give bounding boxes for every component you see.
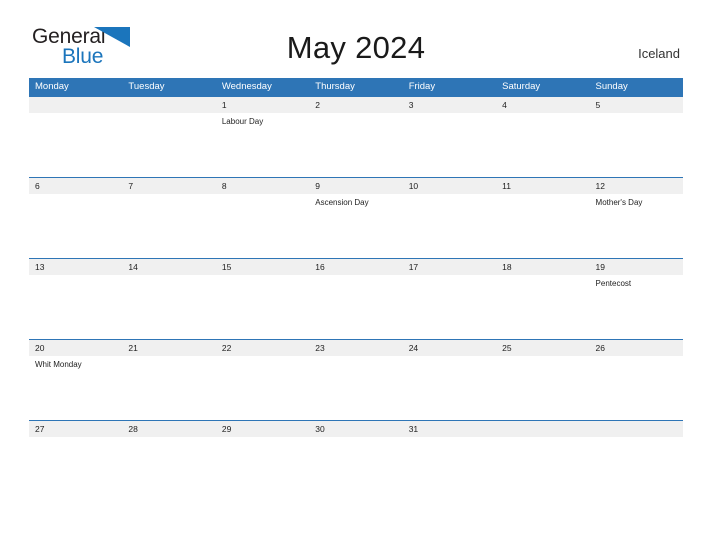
day-cell[interactable]: [29, 194, 122, 256]
weekday-tuesday: Tuesday: [128, 81, 165, 92]
day-number[interactable]: 2: [309, 97, 402, 113]
day-number[interactable]: 7: [122, 178, 215, 194]
day-number[interactable]: 19: [590, 259, 683, 275]
day-number[interactable]: 5: [590, 97, 683, 113]
week-row: 6 7 8 9 10 11 12 Ascension Day Mother's …: [29, 177, 683, 258]
day-number[interactable]: 31: [403, 421, 496, 437]
day-cell[interactable]: [403, 356, 496, 418]
day-number[interactable]: 20: [29, 340, 122, 356]
calendar-grid: Monday Tuesday Wednesday Thursday Friday…: [29, 78, 683, 438]
day-number[interactable]: [122, 97, 215, 113]
day-number[interactable]: 6: [29, 178, 122, 194]
day-number[interactable]: 28: [122, 421, 215, 437]
week-row: 27 28 29 30 31: [29, 420, 683, 438]
day-number[interactable]: 11: [496, 178, 589, 194]
day-cell[interactable]: [590, 113, 683, 175]
week-row: 1 2 3 4 5 Labour Day: [29, 96, 683, 177]
day-cell[interactable]: Pentecost: [590, 275, 683, 337]
day-cell[interactable]: [122, 194, 215, 256]
day-cell[interactable]: [403, 113, 496, 175]
day-number[interactable]: 22: [216, 340, 309, 356]
day-number[interactable]: 25: [496, 340, 589, 356]
week-row: 20 21 22 23 24 25 26 Whit Monday: [29, 339, 683, 420]
day-cell[interactable]: [309, 113, 402, 175]
day-number[interactable]: 10: [403, 178, 496, 194]
event-band: Labour Day: [29, 113, 683, 175]
day-number[interactable]: 24: [403, 340, 496, 356]
day-cell[interactable]: [216, 275, 309, 337]
day-cell[interactable]: [122, 113, 215, 175]
day-cell[interactable]: [496, 356, 589, 418]
weekday-monday: Monday: [35, 81, 69, 92]
date-number-band: 13 14 15 16 17 18 19: [29, 259, 683, 275]
day-number[interactable]: 4: [496, 97, 589, 113]
weekday-wednesday: Wednesday: [221, 81, 272, 92]
day-cell[interactable]: [590, 356, 683, 418]
day-cell[interactable]: [29, 275, 122, 337]
event-label: Whit Monday: [35, 360, 82, 369]
day-number[interactable]: 17: [403, 259, 496, 275]
day-number[interactable]: 3: [403, 97, 496, 113]
day-number[interactable]: 27: [29, 421, 122, 437]
day-number[interactable]: 16: [309, 259, 402, 275]
day-cell[interactable]: [496, 275, 589, 337]
day-number[interactable]: 18: [496, 259, 589, 275]
weekday-friday: Friday: [408, 81, 436, 92]
day-cell[interactable]: [403, 275, 496, 337]
week-row: 13 14 15 16 17 18 19 Pentecost: [29, 258, 683, 339]
weekday-sunday: Sunday: [595, 81, 628, 92]
event-label: Ascension Day: [315, 198, 369, 207]
day-number[interactable]: 21: [122, 340, 215, 356]
date-number-band: 20 21 22 23 24 25 26: [29, 340, 683, 356]
date-number-band: 27 28 29 30 31: [29, 421, 683, 437]
day-cell[interactable]: [122, 356, 215, 418]
day-cell[interactable]: [309, 275, 402, 337]
day-cell[interactable]: [309, 356, 402, 418]
event-label: Labour Day: [221, 117, 264, 126]
day-cell[interactable]: [496, 194, 589, 256]
event-band: Pentecost: [29, 275, 683, 337]
event-band: Whit Monday: [29, 356, 683, 418]
day-number[interactable]: [496, 421, 589, 437]
weekday-thursday: Thursday: [315, 81, 355, 92]
day-number[interactable]: 30: [309, 421, 402, 437]
country-label: Iceland: [638, 46, 680, 61]
day-number[interactable]: 15: [216, 259, 309, 275]
day-cell[interactable]: [216, 194, 309, 256]
day-number[interactable]: [590, 421, 683, 437]
day-number[interactable]: 29: [216, 421, 309, 437]
date-number-band: 1 2 3 4 5: [29, 97, 683, 113]
day-cell[interactable]: Mother's Day: [590, 194, 683, 256]
day-number[interactable]: 9: [309, 178, 402, 194]
page-title: May 2024: [286, 30, 426, 65]
day-cell[interactable]: [496, 113, 589, 175]
day-cell[interactable]: [403, 194, 496, 256]
weekday-saturday: Saturday: [502, 81, 541, 92]
day-cell[interactable]: [216, 356, 309, 418]
day-number[interactable]: 23: [309, 340, 402, 356]
day-cell[interactable]: Whit Monday: [29, 356, 122, 418]
day-number[interactable]: 13: [29, 259, 122, 275]
day-cell[interactable]: [122, 275, 215, 337]
day-number[interactable]: 14: [122, 259, 215, 275]
event-label: Mother's Day: [595, 198, 643, 207]
day-number[interactable]: 12: [590, 178, 683, 194]
event-band: Ascension Day Mother's Day: [29, 194, 683, 256]
day-cell[interactable]: Ascension Day: [309, 194, 402, 256]
page-header: General Blue May 2024 Iceland: [0, 0, 712, 78]
day-cell[interactable]: [29, 113, 122, 175]
day-cell[interactable]: Labour Day: [216, 113, 309, 175]
day-number[interactable]: [29, 97, 122, 113]
day-number[interactable]: 26: [590, 340, 683, 356]
event-label: Pentecost: [595, 279, 632, 288]
day-number[interactable]: 1: [216, 97, 309, 113]
weekday-header-row: Monday Tuesday Wednesday Thursday Friday…: [29, 78, 683, 96]
day-number[interactable]: 8: [216, 178, 309, 194]
date-number-band: 6 7 8 9 10 11 12: [29, 178, 683, 194]
